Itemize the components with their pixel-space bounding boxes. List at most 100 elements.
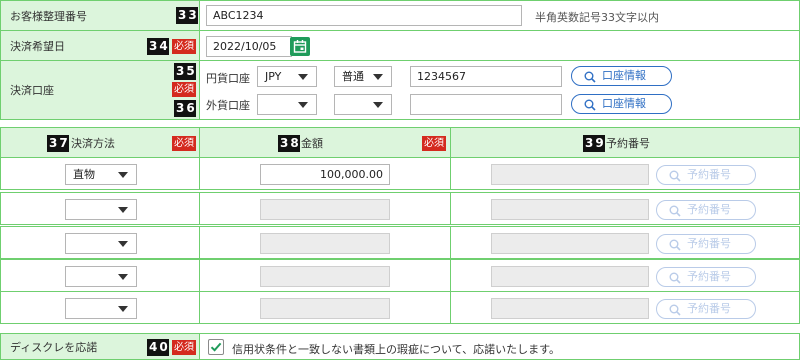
customer-ref-label-cell: お客様整理番号 33 (0, 0, 200, 31)
settlement-date-input[interactable]: 2022/10/05 (206, 36, 292, 57)
disclosure-text: 信用状条件と一致しない書類上の瑕疵について、応諾いたします。 (232, 343, 561, 356)
reservation-cell: 予約番号 (450, 157, 800, 190)
required-badge: 必須 (172, 39, 196, 54)
method-select[interactable] (65, 199, 137, 220)
search-icon (669, 239, 681, 251)
method-cell (0, 226, 200, 259)
settlement-account-value-cell: 円貨口座 JPY 普通 1234567 口座情報 外貨口座 口座情報 (199, 60, 800, 120)
reservation-number-input (491, 233, 649, 254)
chevron-down-icon (118, 274, 128, 280)
foreign-currency-select[interactable] (257, 94, 317, 115)
reservation-number-input (491, 266, 649, 287)
yen-account-info-button[interactable]: 口座情報 (571, 66, 672, 86)
item-number-badge-39: 39 (583, 135, 606, 152)
method-cell (0, 259, 200, 292)
settlement-account-label-cell: 決済口座 35 必須 36 (0, 60, 200, 120)
method-cell: 直物 (0, 157, 200, 190)
column-header-amount-label: 金額 (301, 136, 323, 150)
reservation-number-button: 予約番号 (656, 267, 756, 287)
column-header-method-label: 決済方法 (71, 136, 115, 150)
chevron-down-icon (298, 74, 308, 80)
reservation-number-button-label: 予約番号 (687, 270, 731, 283)
search-icon (584, 99, 596, 111)
required-badge: 必須 (422, 136, 446, 151)
search-icon (669, 205, 681, 217)
item-number-badge-36: 36 (174, 100, 197, 117)
column-header-method: 37 決済方法 必須 (0, 127, 200, 158)
yen-currency-value: JPY (265, 70, 282, 83)
reservation-number-button-label: 予約番号 (687, 168, 731, 181)
method-select[interactable] (65, 233, 137, 254)
reservation-number-button: 予約番号 (656, 234, 756, 254)
column-header-amount: 38 金額 必須 (199, 127, 451, 158)
customer-ref-value-cell: ABC1234 半角英数記号33文字以内 (199, 0, 800, 31)
customer-ref-label: お客様整理番号 (10, 9, 87, 23)
column-header-reservation: 39 予約番号 (450, 127, 800, 158)
yen-account-info-label: 口座情報 (602, 69, 646, 82)
search-icon (584, 71, 596, 83)
method-cell (0, 291, 200, 324)
settlement-date-value-cell: 2022/10/05 (199, 30, 800, 61)
required-badge: 必須 (172, 136, 196, 151)
settlement-date-label-cell: 決済希望日 34 必須 (0, 30, 200, 61)
method-select[interactable] (65, 298, 137, 319)
reservation-number-input (491, 199, 649, 220)
item-number-badge-40: 40 (147, 339, 170, 356)
reservation-cell: 予約番号 (450, 192, 800, 225)
chevron-down-icon (373, 74, 383, 80)
disclosure-label-cell: ディスクレを応諾 40 必須 (0, 333, 200, 360)
yen-account-type-value: 普通 (342, 70, 364, 83)
checkmark-icon (210, 342, 222, 352)
disclosure-value-cell: 信用状条件と一致しない書類上の瑕疵について、応諾いたします。 (199, 333, 800, 360)
yen-account-label: 円貨口座 (206, 72, 250, 85)
method-cell (0, 192, 200, 225)
reservation-cell: 予約番号 (450, 259, 800, 292)
search-icon (669, 272, 681, 284)
method-value: 直物 (73, 168, 95, 181)
yen-currency-select[interactable]: JPY (257, 66, 317, 87)
reservation-cell: 予約番号 (450, 226, 800, 259)
reservation-number-button: 予約番号 (656, 165, 756, 185)
foreign-account-label: 外貨口座 (206, 99, 250, 112)
method-select[interactable] (65, 266, 137, 287)
reservation-number-button-label: 予約番号 (687, 302, 731, 315)
item-number-badge-37: 37 (47, 135, 70, 152)
reservation-number-button: 予約番号 (656, 299, 756, 319)
chevron-down-icon (298, 102, 308, 108)
amount-input (260, 233, 390, 254)
settlement-account-label: 決済口座 (10, 84, 54, 97)
disclosure-label: ディスクレを応諾 (10, 340, 98, 354)
amount-input (260, 298, 390, 319)
foreign-account-type-select[interactable] (334, 94, 392, 115)
yen-account-number-input[interactable]: 1234567 (410, 66, 562, 87)
reservation-number-button-label: 予約番号 (687, 237, 731, 250)
foreign-account-info-button[interactable]: 口座情報 (571, 94, 672, 114)
customer-ref-hint: 半角英数記号33文字以内 (535, 11, 659, 24)
item-number-badge-38: 38 (278, 135, 301, 152)
required-badge: 必須 (172, 340, 196, 355)
item-number-badge-34: 34 (147, 38, 170, 55)
chevron-down-icon (373, 102, 383, 108)
foreign-account-info-label: 口座情報 (602, 97, 646, 110)
reservation-number-button-label: 予約番号 (687, 203, 731, 216)
amount-cell (199, 259, 451, 292)
chevron-down-icon (118, 172, 128, 178)
search-icon (669, 170, 681, 182)
required-badge: 必須 (172, 82, 196, 97)
column-header-reservation-label: 予約番号 (606, 136, 650, 150)
calendar-icon[interactable] (290, 37, 310, 56)
reservation-cell: 予約番号 (450, 291, 800, 324)
item-number-badge-35: 35 (174, 63, 197, 80)
method-select[interactable]: 直物 (65, 164, 137, 185)
customer-ref-input[interactable]: ABC1234 (206, 5, 522, 26)
amount-cell (199, 291, 451, 324)
chevron-down-icon (118, 241, 128, 247)
disclosure-checkbox[interactable] (208, 339, 224, 355)
amount-cell: 100,000.00 (199, 157, 451, 190)
amount-input (260, 199, 390, 220)
foreign-account-number-input[interactable] (410, 94, 562, 115)
settlement-date-label: 決済希望日 (10, 39, 65, 53)
amount-input[interactable]: 100,000.00 (260, 164, 390, 185)
yen-account-type-select[interactable]: 普通 (334, 66, 392, 87)
amount-input (260, 266, 390, 287)
